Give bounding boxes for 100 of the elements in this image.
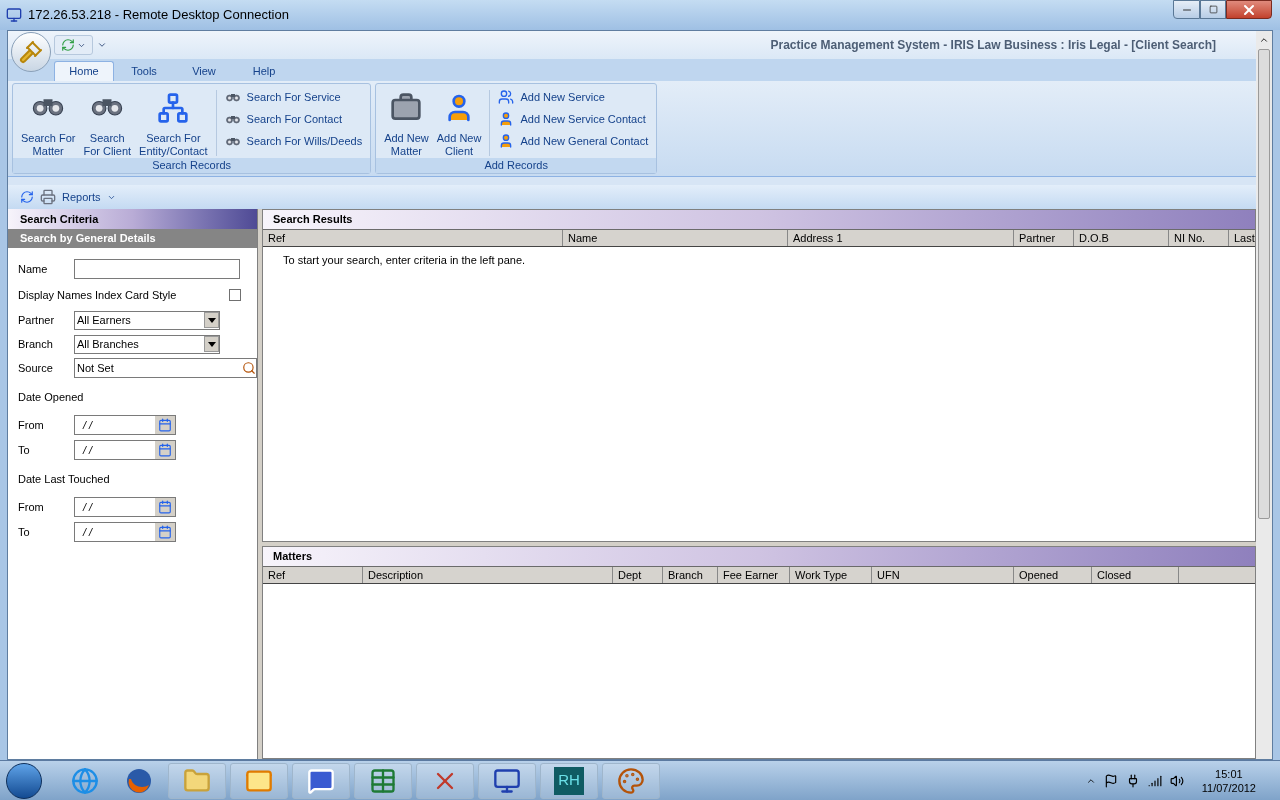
- date-field[interactable]: / /: [74, 415, 176, 435]
- column-header[interactable]: D.O.B: [1074, 230, 1169, 246]
- taskbar-button[interactable]: [602, 762, 660, 799]
- maximize-button[interactable]: [1200, 0, 1226, 19]
- field-label: To: [18, 442, 31, 458]
- field-label: From: [18, 417, 45, 433]
- ribbon-small-button[interactable]: Add New Service Contact: [494, 110, 653, 128]
- field-label: Partner: [18, 312, 56, 328]
- search-icon: [242, 361, 256, 375]
- folder-icon: [183, 766, 211, 795]
- globe-icon: [71, 766, 99, 795]
- ribbon-small-button[interactable]: Search For Service: [220, 88, 367, 106]
- calendar-icon: [158, 418, 172, 432]
- ribbon-button[interactable]: Add New Client: [432, 88, 486, 158]
- column-header[interactable]: Closed: [1092, 567, 1179, 583]
- scroll-thumb[interactable]: [1258, 49, 1270, 519]
- group-label: Search Records: [13, 158, 371, 173]
- pane-header: Matters: [263, 547, 1255, 567]
- caret-icon: [207, 341, 216, 347]
- date-field[interactable]: / /: [74, 497, 176, 517]
- binoculars-icon: [224, 91, 241, 103]
- scroll-up-icon[interactable]: [1259, 35, 1269, 45]
- printer-icon: [40, 189, 56, 205]
- maximize-icon: [1208, 5, 1218, 14]
- column-header[interactable]: Work Type: [790, 567, 872, 583]
- column-header[interactable]: Partner: [1014, 230, 1074, 246]
- quick-access-button[interactable]: [54, 35, 93, 55]
- pane-header: Search Criteria: [8, 209, 257, 229]
- column-header[interactable]: Branch: [663, 567, 718, 583]
- column-header[interactable]: NI No.: [1169, 230, 1229, 246]
- taskbar-button[interactable]: [292, 762, 350, 799]
- section-label: Date Opened: [18, 389, 84, 405]
- minimize-button[interactable]: [1173, 0, 1200, 19]
- scrollbar[interactable]: [1256, 31, 1272, 759]
- app-menu-button[interactable]: [11, 32, 51, 72]
- caret-icon: [207, 317, 216, 323]
- field-label: From: [18, 499, 45, 515]
- window-title: 172.26.53.218 - Remote Desktop Connection: [28, 6, 289, 25]
- group-label: Add Records: [376, 158, 657, 173]
- chat-icon: [307, 766, 335, 795]
- speaker-icon[interactable]: [1169, 773, 1184, 788]
- binoculars-icon: [224, 135, 241, 147]
- ribbon-button[interactable]: Search For Client: [79, 88, 136, 158]
- ribbon-small-button[interactable]: Search For Contact: [220, 110, 367, 128]
- section-header: Search by General Details: [8, 229, 257, 248]
- calendar-icon: [158, 500, 172, 514]
- clock[interactable]: 15:01 11/07/2012: [1201, 766, 1256, 795]
- ribbon-small-button[interactable]: Add New Service: [494, 88, 653, 106]
- flag-icon[interactable]: [1103, 773, 1118, 788]
- signal-icon[interactable]: [1147, 773, 1162, 788]
- gavel-icon: [19, 40, 43, 64]
- checkbox[interactable]: [229, 289, 241, 301]
- reports-button[interactable]: Reports: [40, 188, 116, 206]
- taskbar-button[interactable]: RH: [540, 762, 598, 799]
- checkbox-label: Display Names Index Card Style: [18, 287, 177, 303]
- binoculars-icon: [224, 113, 241, 125]
- column-header[interactable]: Dept: [613, 567, 663, 583]
- ribbon-button[interactable]: Search For Matter: [17, 88, 80, 158]
- spreadsheet-icon: [369, 766, 397, 795]
- refresh-icon: [61, 38, 75, 52]
- column-header[interactable]: UFN: [872, 567, 1014, 583]
- lookup-field[interactable]: Not Set: [74, 358, 257, 378]
- date-field[interactable]: / /: [74, 440, 176, 460]
- empty-message: To start your search, enter criteria in the left pane.: [282, 253, 527, 268]
- taskbar-button[interactable]: [354, 762, 412, 799]
- ribbon-tab[interactable]: View: [174, 61, 234, 81]
- column-header[interactable]: Ref: [263, 567, 363, 583]
- ribbon-small-button[interactable]: Add New General Contact: [494, 132, 653, 150]
- ribbon-button[interactable]: Search For Entity/Contact: [135, 88, 212, 158]
- column-header[interactable]: Address 1: [788, 230, 1014, 246]
- fox-globe-icon: [125, 766, 153, 795]
- pane-header: Search Results: [263, 210, 1255, 230]
- section-label: Date Last Touched: [18, 471, 110, 487]
- taskbar-button[interactable]: [478, 762, 536, 799]
- calendar-icon: [158, 443, 172, 457]
- customize-icon[interactable]: [97, 40, 107, 50]
- taskbar-button[interactable]: [416, 762, 474, 799]
- ribbon-tab[interactable]: Help: [234, 61, 294, 81]
- dropdown[interactable]: All Earners: [74, 310, 220, 330]
- column-header[interactable]: Opened: [1014, 567, 1092, 583]
- column-header[interactable]: Fee Earner: [718, 567, 790, 583]
- monitor-icon: [493, 766, 521, 795]
- calendar-icon: [158, 525, 172, 539]
- refresh-icon[interactable]: [20, 190, 34, 204]
- ribbon-tab[interactable]: Home: [54, 61, 114, 81]
- app-title: Practice Management System - IRIS Law Business : Iris Legal - [Client Search]: [770, 37, 1216, 54]
- column-header[interactable]: Description: [363, 567, 613, 583]
- start-button[interactable]: [6, 762, 42, 799]
- column-header[interactable]: Ref: [263, 230, 563, 246]
- field-label: Source: [18, 360, 54, 376]
- name-input[interactable]: [74, 259, 240, 279]
- ribbon-button[interactable]: Add New Matter: [380, 88, 433, 158]
- close-button[interactable]: [1226, 0, 1272, 19]
- ribbon-tab[interactable]: Tools: [114, 61, 174, 81]
- ribbon-small-button[interactable]: Search For Wills/Deeds: [220, 132, 367, 150]
- column-header[interactable]: Name: [563, 230, 788, 246]
- date-field[interactable]: / /: [74, 522, 176, 542]
- field-label: To: [18, 524, 31, 540]
- people-icon: [498, 89, 515, 105]
- dropdown[interactable]: All Branches: [74, 334, 220, 354]
